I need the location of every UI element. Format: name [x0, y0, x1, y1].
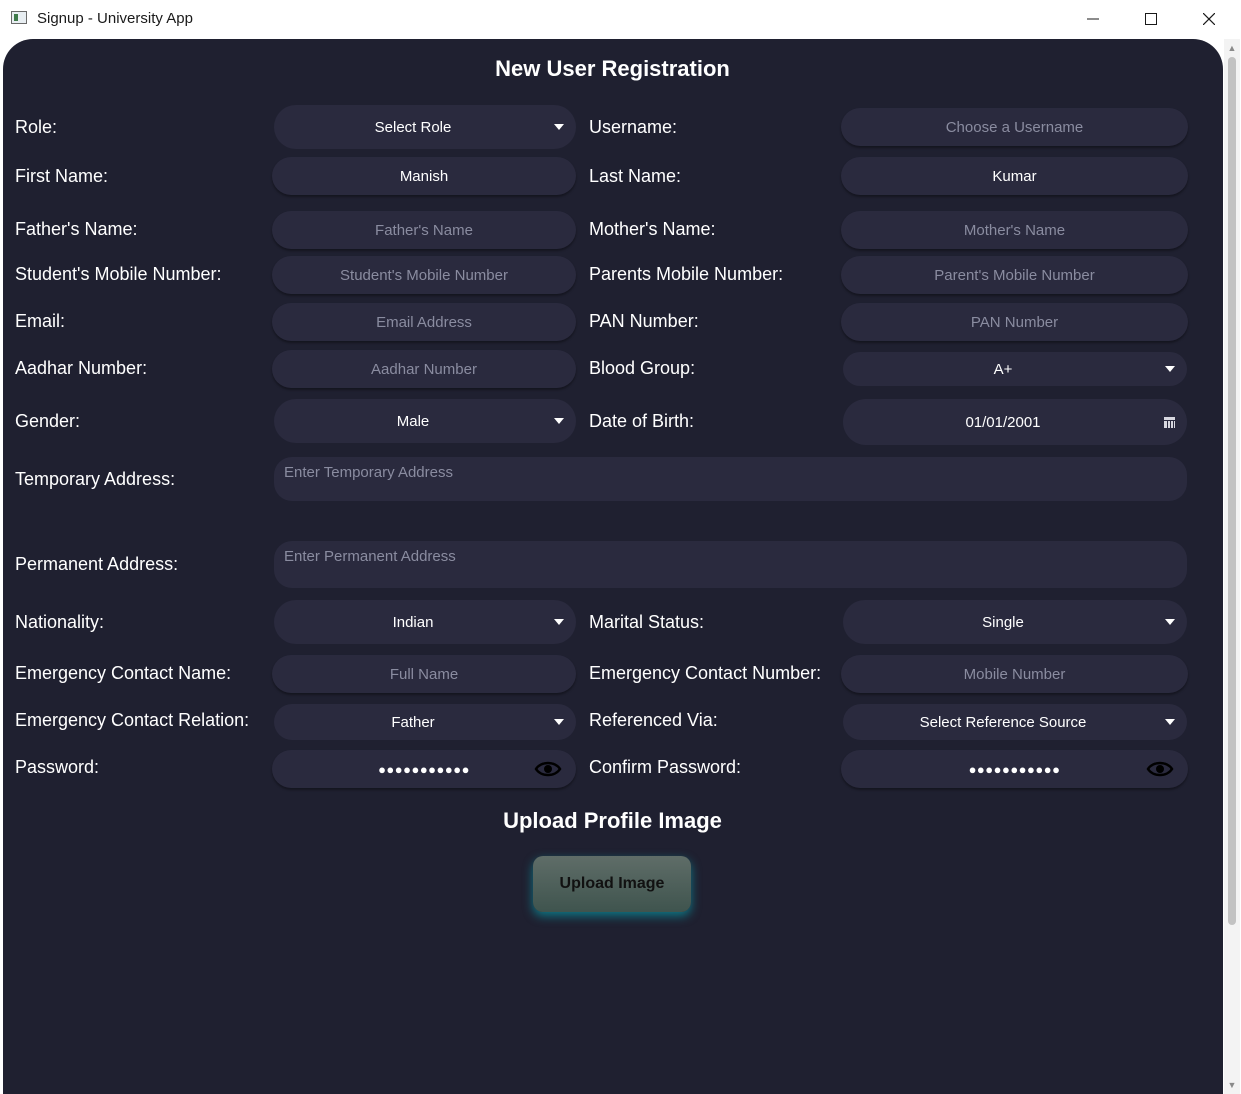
close-icon [1203, 13, 1215, 25]
upload-image-button[interactable]: Upload Image [533, 856, 691, 912]
mother-name-input[interactable]: Mother's Name [841, 211, 1188, 249]
upload-heading: Upload Profile Image [503, 808, 722, 833]
aadhar-placeholder: Aadhar Number [371, 360, 477, 378]
emergency-name-input[interactable]: Full Name [272, 655, 576, 693]
parents-mobile-placeholder: Parent's Mobile Number [934, 266, 1095, 284]
chevron-down-icon [1165, 619, 1175, 625]
confirm-password-label: Confirm Password: [589, 757, 742, 777]
confirm-password-input[interactable]: ●●●●●●●●●●● [841, 750, 1188, 788]
role-dropdown[interactable]: Select Role [274, 105, 576, 149]
parents-mobile-input[interactable]: Parent's Mobile Number [841, 256, 1188, 294]
page-title: New User Registration [495, 56, 730, 81]
password-masked-value: ●●●●●●●●●●● [378, 761, 470, 777]
father-name-input[interactable]: Father's Name [272, 211, 576, 249]
student-mobile-placeholder: Student's Mobile Number [340, 266, 508, 284]
role-label: Role: [15, 117, 58, 137]
chevron-down-icon [554, 124, 564, 130]
last-name-label: Last Name: [589, 166, 682, 186]
gender-value: Male [396, 412, 430, 430]
marital-status-dropdown[interactable]: Single [843, 600, 1187, 644]
emergency-relation-label: Emergency Contact Relation: [15, 710, 250, 730]
close-button[interactable] [1180, 0, 1238, 38]
chevron-down-icon [1165, 719, 1175, 725]
nationality-value: Indian [392, 613, 434, 631]
gender-dropdown[interactable]: Male [274, 399, 576, 443]
username-placeholder: Choose a Username [945, 118, 1084, 136]
aadhar-label: Aadhar Number: [15, 358, 148, 378]
gender-label: Gender: [15, 411, 81, 431]
emergency-number-input[interactable]: Mobile Number [841, 655, 1188, 693]
chevron-down-icon [554, 418, 564, 424]
pan-label: PAN Number: [589, 311, 699, 331]
minimize-icon [1087, 18, 1099, 20]
scroll-up-icon[interactable]: ▲ [1227, 43, 1237, 53]
referenced-via-dropdown[interactable]: Select Reference Source [843, 704, 1187, 740]
parents-mobile-label: Parents Mobile Number: [589, 264, 784, 284]
first-name-value: Manish [399, 167, 449, 185]
first-name-label: First Name: [15, 166, 109, 186]
email-label: Email: [15, 311, 66, 331]
emergency-name-label: Emergency Contact Name: [15, 663, 232, 683]
marital-status-value: Single [982, 613, 1024, 631]
temp-address-placeholder: Enter Temporary Address [284, 464, 453, 481]
username-label: Username: [589, 117, 678, 137]
vertical-scrollbar[interactable]: ▲ ▼ [1224, 39, 1240, 1094]
emergency-number-label: Emergency Contact Number: [589, 663, 822, 683]
temp-address-textarea[interactable]: Enter Temporary Address [274, 457, 1187, 501]
password-input[interactable]: ●●●●●●●●●●● [272, 750, 576, 788]
nationality-label: Nationality: [15, 612, 105, 632]
maximize-button[interactable] [1122, 0, 1180, 38]
father-name-placeholder: Father's Name [375, 221, 473, 239]
maximize-icon [1145, 13, 1157, 25]
username-input[interactable]: Choose a Username [841, 108, 1188, 146]
emergency-name-placeholder: Full Name [389, 665, 459, 683]
student-mobile-input[interactable]: Student's Mobile Number [272, 256, 576, 294]
last-name-input[interactable]: Kumar [841, 157, 1188, 195]
student-mobile-label: Student's Mobile Number: [15, 264, 222, 284]
perm-address-placeholder: Enter Permanent Address [284, 548, 456, 565]
blood-group-label: Blood Group: [589, 358, 696, 378]
calendar-icon[interactable] [1164, 417, 1175, 428]
first-name-input[interactable]: Manish [272, 157, 576, 195]
father-name-label: Father's Name: [15, 219, 138, 239]
app-icon [11, 11, 27, 24]
perm-address-label: Permanent Address: [15, 554, 179, 574]
eye-icon[interactable] [1146, 758, 1174, 780]
chevron-down-icon [554, 619, 564, 625]
eye-icon[interactable] [534, 758, 562, 780]
temp-address-label: Temporary Address: [15, 469, 176, 489]
scroll-down-icon[interactable]: ▼ [1227, 1080, 1237, 1090]
last-name-value: Kumar [992, 167, 1037, 185]
minimize-button[interactable] [1064, 0, 1122, 38]
confirm-password-masked-value: ●●●●●●●●●●● [968, 761, 1061, 777]
aadhar-input[interactable]: Aadhar Number [272, 350, 576, 388]
pan-input[interactable]: PAN Number [841, 303, 1188, 341]
password-label: Password: [15, 757, 100, 777]
emergency-number-placeholder: Mobile Number [963, 665, 1066, 683]
window-title: Signup - University App [37, 10, 193, 27]
mother-name-label: Mother's Name: [589, 219, 716, 239]
title-bar: Signup - University App [0, 0, 1241, 38]
emergency-relation-value: Father [391, 713, 435, 731]
chevron-down-icon [1165, 366, 1175, 372]
dob-value: 01/01/2001 [965, 413, 1041, 431]
emergency-relation-dropdown[interactable]: Father [274, 704, 576, 740]
marital-status-label: Marital Status: [589, 612, 705, 632]
dob-label: Date of Birth: [589, 411, 695, 431]
blood-group-value: A+ [993, 360, 1013, 378]
dob-picker[interactable]: 01/01/2001 [843, 399, 1187, 445]
email-input[interactable]: Email Address [272, 303, 576, 341]
pan-placeholder: PAN Number [970, 313, 1059, 331]
referenced-via-value: Select Reference Source [919, 713, 1087, 731]
perm-address-textarea[interactable]: Enter Permanent Address [274, 541, 1187, 588]
mother-name-placeholder: Mother's Name [963, 221, 1066, 239]
scroll-thumb[interactable] [1228, 57, 1236, 925]
blood-group-dropdown[interactable]: A+ [843, 352, 1187, 386]
nationality-dropdown[interactable]: Indian [274, 600, 576, 644]
email-placeholder: Email Address [376, 313, 472, 331]
role-value: Select Role [374, 118, 452, 136]
chevron-down-icon [554, 719, 564, 725]
referenced-via-label: Referenced Via: [589, 710, 718, 730]
